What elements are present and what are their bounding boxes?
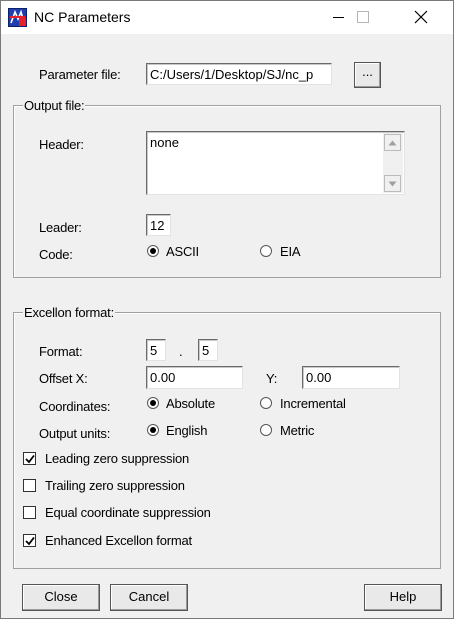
title-bar[interactable]: NC Parameters [1,1,453,34]
close-window-button[interactable] [398,1,444,34]
scroll-up-button[interactable] [384,134,401,151]
maximize-button[interactable] [340,1,386,34]
close-button[interactable]: Close [22,584,100,611]
format-decimal-input[interactable]: 5 [198,339,218,361]
cancel-button[interactable]: Cancel [110,584,188,611]
leader-input[interactable]: 12 [146,214,171,236]
coordinates-label: Coordinates: [39,399,111,414]
coordinates-absolute-radio[interactable] [147,397,159,409]
close-icon [414,10,428,24]
enhanced-excellon-checkbox[interactable] [23,534,36,547]
maximize-icon [357,11,369,23]
radio-selected-dot [150,400,156,406]
coordinates-incremental-radio[interactable] [260,397,272,409]
units-english-label[interactable]: English [166,423,207,438]
radio-selected-dot [150,248,156,254]
code-label: Code: [39,247,73,262]
excellon-format-group-title: Excellon format: [23,305,116,320]
offset-y-label: Y: [266,371,278,386]
format-integer-input[interactable]: 5 [146,339,166,361]
scroll-down-button[interactable] [384,175,401,192]
units-metric-label[interactable]: Metric [280,423,314,438]
leading-zero-label[interactable]: Leading zero suppression [45,451,189,466]
radio-selected-dot [150,427,156,433]
header-scrollbar[interactable] [383,133,403,193]
app-icon [8,8,27,27]
trailing-zero-label[interactable]: Trailing zero suppression [45,478,185,493]
offset-y-input[interactable]: 0.00 [302,366,400,389]
code-eia-radio[interactable] [260,245,272,257]
leading-zero-checkbox[interactable] [23,452,36,465]
offset-x-input[interactable]: 0.00 [146,366,243,389]
parameter-file-label: Parameter file: [39,67,121,82]
nc-parameters-dialog: NC Parameters Parameter file: C:/Users/1… [0,0,454,619]
help-button[interactable]: Help [364,584,442,611]
chevron-up-icon [388,140,397,146]
equal-coordinate-label[interactable]: Equal coordinate suppression [45,505,211,520]
leader-label: Leader: [39,220,82,235]
equal-coordinate-checkbox[interactable] [23,506,36,519]
checkmark-icon [25,536,35,546]
trailing-zero-checkbox[interactable] [23,479,36,492]
output-units-label: Output units: [39,426,111,441]
coordinates-absolute-label[interactable]: Absolute [166,396,215,411]
code-eia-label[interactable]: EIA [280,244,301,259]
units-english-radio[interactable] [147,424,159,436]
header-text: none [150,135,179,150]
checkmark-icon [25,454,35,464]
code-ascii-label[interactable]: ASCII [166,244,199,259]
output-file-group-title: Output file: [23,98,86,113]
header-textarea[interactable]: none [146,131,405,195]
browse-button[interactable]: ... [354,62,381,88]
chevron-down-icon [388,181,397,187]
enhanced-excellon-label[interactable]: Enhanced Excellon format [45,533,192,548]
format-separator: . [179,344,183,359]
code-ascii-radio[interactable] [147,245,159,257]
coordinates-incremental-label[interactable]: Incremental [280,396,346,411]
header-label: Header: [39,137,84,152]
window-title: NC Parameters [34,9,131,25]
offset-x-label: Offset X: [39,371,88,386]
format-label: Format: [39,344,83,359]
units-metric-radio[interactable] [260,424,272,436]
parameter-file-input[interactable]: C:/Users/1/Desktop/SJ/nc_p [146,63,332,85]
